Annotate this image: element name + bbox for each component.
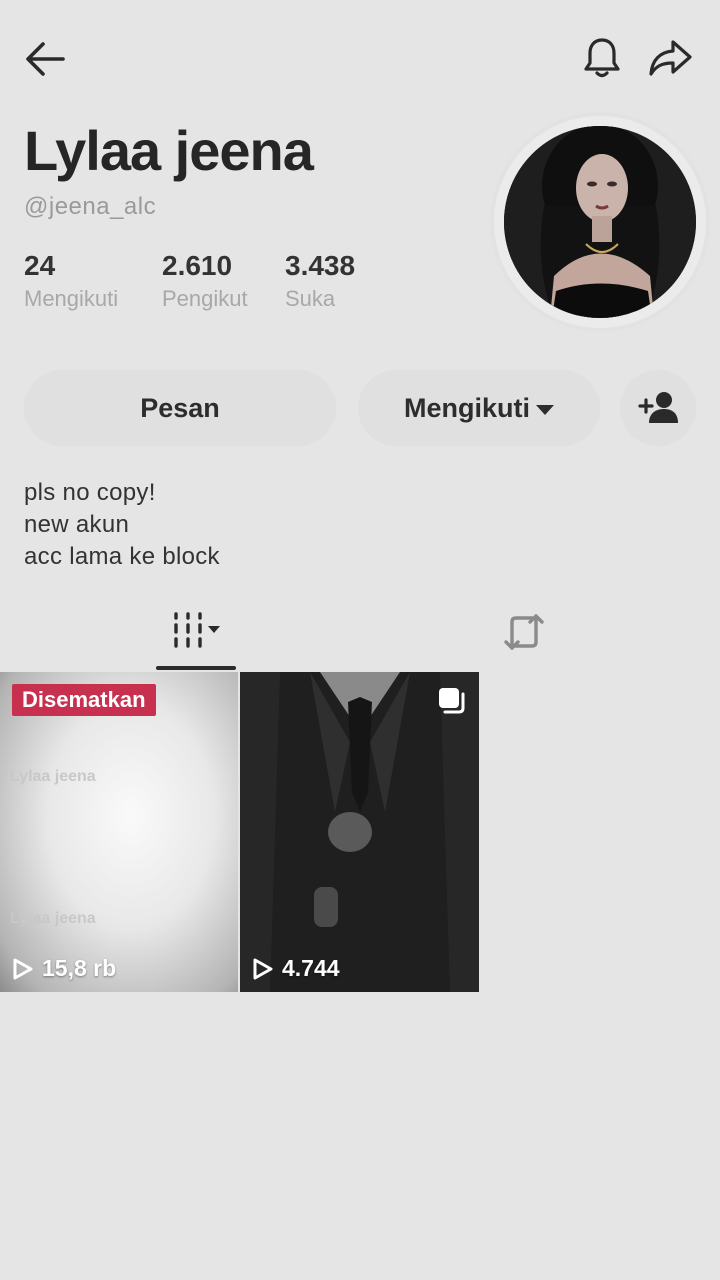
message-button[interactable]: Pesan <box>24 370 336 446</box>
play-outline-icon <box>13 958 33 979</box>
bell-icon <box>584 38 620 78</box>
followers-count: 2.610 <box>162 250 233 281</box>
share-button[interactable] <box>644 34 696 82</box>
following-button[interactable]: Mengikuti <box>358 370 600 446</box>
following-button-label: Mengikuti <box>404 392 530 423</box>
view-count: 15,8 rb <box>12 955 116 982</box>
avatar[interactable] <box>504 126 696 318</box>
view-count-text: 4.744 <box>282 955 340 981</box>
back-button[interactable] <box>20 36 70 82</box>
video-thumbnail[interactable]: 4.744 <box>240 672 479 992</box>
active-tab-indicator <box>156 666 236 670</box>
add-friend-button[interactable] <box>620 370 696 446</box>
notification-button[interactable] <box>578 34 626 82</box>
followers-stat[interactable]: 2.610 Pengikut <box>162 250 248 312</box>
grid-lines-icon <box>174 612 220 648</box>
bio-line: new akun <box>24 511 130 538</box>
profile-display-name: Lylaa jeena <box>24 119 314 182</box>
share-arrow-icon <box>649 40 692 76</box>
likes-count: 3.438 <box>285 250 356 281</box>
add-user-icon <box>638 392 678 423</box>
tab-reposts[interactable] <box>496 604 552 660</box>
view-count-text: 15,8 rb <box>42 955 117 981</box>
play-outline-icon <box>253 958 273 979</box>
likes-label: Suka <box>285 286 336 311</box>
caret-down-icon <box>536 405 554 415</box>
thumbnail-ghost-text: Lylaa jeena <box>10 768 96 785</box>
following-count: 24 <box>24 250 56 281</box>
multi-photo-icon <box>437 686 467 721</box>
bio-line: acc lama ke block <box>24 543 220 570</box>
following-stat[interactable]: 24 Mengikuti <box>24 250 118 312</box>
view-count: 4.744 <box>252 955 340 982</box>
repost-icon <box>504 614 544 650</box>
tab-videos[interactable] <box>156 600 236 660</box>
message-button-label: Pesan <box>140 392 220 423</box>
following-label: Mengikuti <box>24 286 119 311</box>
avatar-portrait-image <box>504 126 696 318</box>
likes-stat[interactable]: 3.438 Suka <box>285 250 355 312</box>
arrow-left-icon <box>26 42 65 76</box>
thumbnail-ghost-text: Lylaa jeena <box>10 910 96 927</box>
bio-line: pls no copy! <box>24 479 156 506</box>
video-thumbnail[interactable]: Lylaa jeena Lylaa jeena Disematkan 15,8 … <box>0 672 238 992</box>
followers-label: Pengikut <box>162 286 248 311</box>
profile-username: @jeena_alc <box>24 193 157 220</box>
pinned-badge: Disematkan <box>12 684 156 716</box>
